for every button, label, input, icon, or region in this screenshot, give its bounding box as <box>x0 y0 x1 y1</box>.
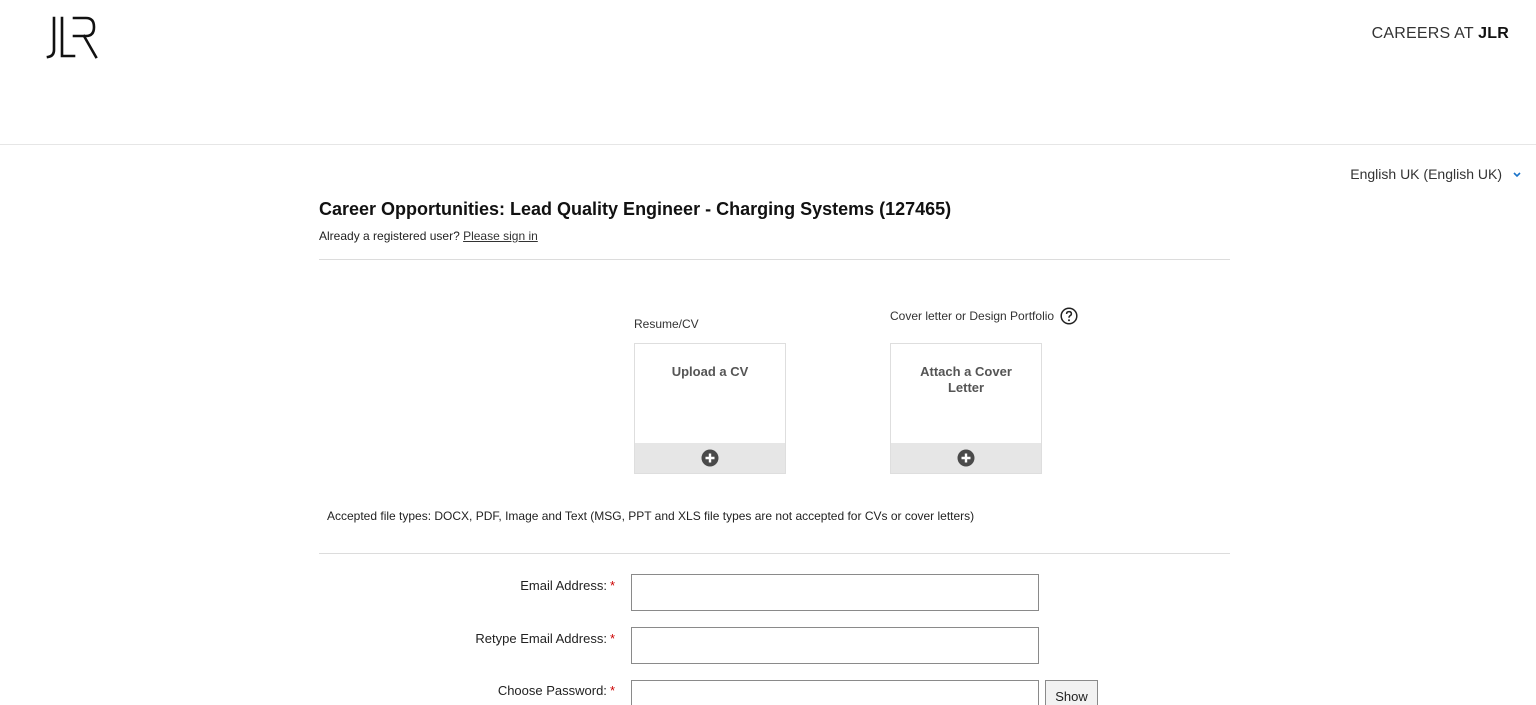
required-marker: * <box>609 578 615 593</box>
plus-circle-icon <box>957 449 975 467</box>
chevron-down-icon <box>1513 172 1521 178</box>
page-title: Career Opportunities: Lead Quality Engin… <box>319 199 952 219</box>
email-label-text: Email Address: <box>520 578 607 593</box>
language-selected: English UK (English UK) <box>1350 166 1502 182</box>
required-marker: * <box>609 631 615 646</box>
show-password-button[interactable]: Show <box>1045 680 1098 705</box>
signin-prompt-text: Already a registered user? <box>319 229 464 243</box>
attach-cover-letter-footer[interactable] <box>891 443 1041 473</box>
retype-email-field[interactable] <box>631 627 1039 664</box>
language-selector[interactable]: English UK (English UK) <box>1350 166 1522 182</box>
retype-email-label-text: Retype Email Address: <box>475 631 607 646</box>
upload-cv-footer[interactable] <box>635 443 785 473</box>
upload-cv-button[interactable]: Upload a CV <box>634 343 786 474</box>
help-icon[interactable] <box>1060 307 1078 325</box>
retype-email-label: Retype Email Address: * <box>475 631 615 646</box>
careers-heading[interactable]: CAREERS AT JLR <box>1372 25 1509 43</box>
divider <box>319 553 1230 554</box>
cover-letter-label-text: Cover letter or Design Portfolio <box>890 309 1055 323</box>
email-field[interactable] <box>631 574 1039 611</box>
site-header: CAREERS AT JLR <box>0 0 1536 145</box>
signin-prompt: Already a registered user? Please sign i… <box>319 229 538 243</box>
cover-letter-upload-label: Cover letter or Design Portfolio <box>890 307 1078 325</box>
application-page: CAREERS AT JLR English UK (English UK) C… <box>0 0 1536 705</box>
upload-cv-text: Upload a CV <box>671 364 749 379</box>
email-label: Email Address: * <box>520 578 615 593</box>
attach-cover-letter-text: Attach a Cover Letter <box>920 364 1012 395</box>
password-label: Choose Password: * <box>498 683 615 698</box>
password-label-text: Choose Password: <box>497 683 607 698</box>
careers-prefix: CAREERS AT <box>1371 25 1479 42</box>
password-field[interactable] <box>631 680 1039 705</box>
accepted-file-types: Accepted file types: DOCX, PDF, Image an… <box>327 509 975 523</box>
careers-brand: JLR <box>1478 25 1509 42</box>
divider <box>319 259 1230 260</box>
signin-link[interactable]: Please sign in <box>463 229 538 243</box>
cv-upload-label: Resume/CV <box>634 317 699 331</box>
attach-cover-letter-button[interactable]: Attach a Cover Letter <box>890 343 1042 474</box>
required-marker: * <box>609 683 615 698</box>
jlr-logo[interactable] <box>46 16 98 60</box>
plus-circle-icon <box>701 449 719 467</box>
